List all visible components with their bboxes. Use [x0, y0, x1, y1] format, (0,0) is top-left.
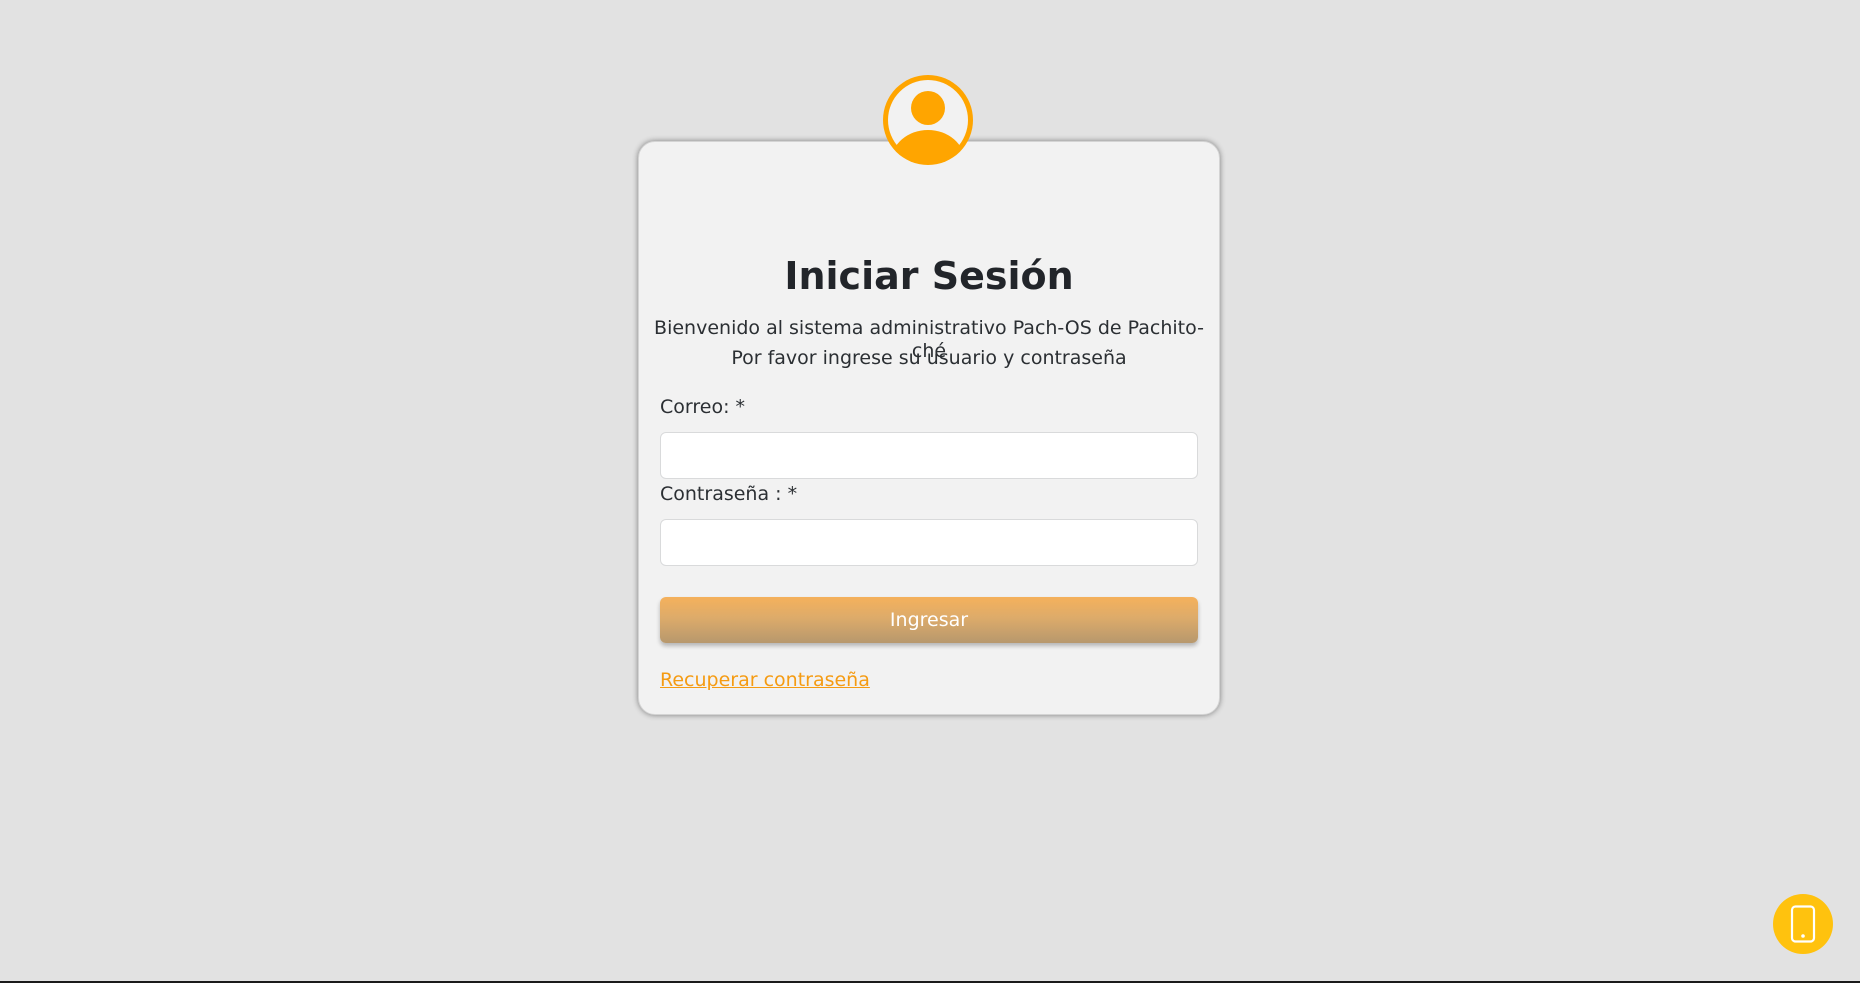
user-circle-icon — [883, 75, 973, 165]
page-title: Iniciar Sesión — [784, 254, 1074, 298]
submit-button[interactable]: Ingresar — [660, 597, 1198, 643]
password-label: Contraseña : * — [660, 483, 798, 505]
password-field[interactable] — [660, 519, 1198, 566]
email-field[interactable] — [660, 432, 1198, 479]
email-label: Correo: * — [660, 396, 746, 418]
mobile-view-button[interactable] — [1773, 894, 1833, 954]
login-card: Iniciar Sesión Bienvenido al sistema adm… — [638, 141, 1220, 715]
recover-password-link[interactable]: Recuperar contraseña — [660, 669, 870, 692]
prompt-text: Por favor ingrese su usuario y contraseñ… — [731, 347, 1127, 369]
mobile-phone-icon — [1790, 905, 1816, 943]
